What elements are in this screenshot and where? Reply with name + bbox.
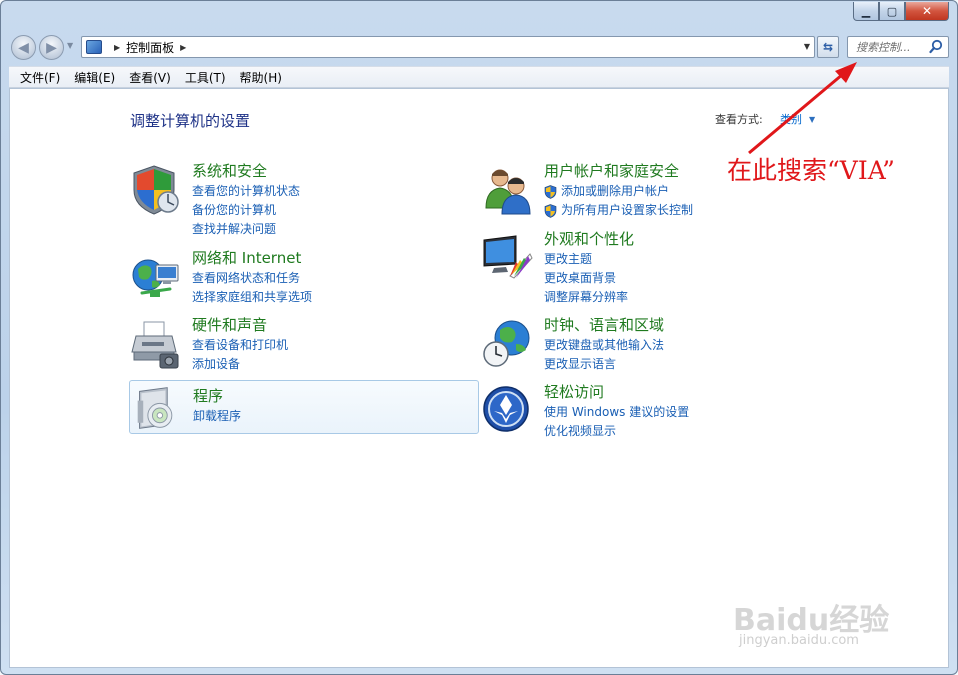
refresh-button[interactable]: ⇆	[817, 36, 839, 58]
view-by-value: 类别	[780, 113, 802, 126]
link-change-display-language[interactable]: 更改显示语言	[544, 355, 664, 374]
category-clock-language: 时钟、语言和区域 更改键盘或其他输入法 更改显示语言	[482, 316, 822, 380]
menu-edit[interactable]: 编辑(E)	[67, 69, 122, 86]
search-icon[interactable]	[929, 39, 943, 55]
search-box[interactable]	[847, 36, 949, 58]
menu-bar: 文件(F) 编辑(E) 查看(V) 工具(T) 帮助(H)	[9, 66, 949, 88]
category-title[interactable]: 时钟、语言和区域	[544, 314, 664, 335]
network-globe-icon	[132, 259, 179, 297]
baidu-watermark-url: jingyan.baidu.com	[739, 633, 859, 648]
view-by-dropdown[interactable]: 类别 ▼	[780, 111, 815, 127]
link-troubleshoot[interactable]: 查找并解决问题	[192, 220, 300, 239]
annotation-text: 在此搜索“VIA”	[727, 156, 895, 185]
menu-file[interactable]: 文件(F)	[13, 69, 67, 86]
category-system-security: 系统和安全 查看您的计算机状态 备份您的计算机 查找并解决问题	[130, 162, 470, 236]
link-change-theme[interactable]: 更改主题	[544, 250, 628, 269]
category-title[interactable]: 轻松访问	[544, 381, 604, 402]
menu-view[interactable]: 查看(V)	[122, 69, 178, 86]
uac-shield-icon	[544, 184, 557, 199]
back-arrow-icon: ◀	[18, 39, 29, 56]
maximize-button[interactable]: ▢	[879, 2, 905, 21]
link-uninstall-program[interactable]: 卸载程序	[193, 407, 241, 426]
link-add-remove-accounts[interactable]: 添加或删除用户帐户	[544, 182, 693, 201]
link-change-keyboard[interactable]: 更改键盘或其他输入法	[544, 336, 664, 355]
clock-globe-icon	[483, 320, 530, 367]
search-input[interactable]	[856, 40, 926, 54]
dropdown-arrow-icon: ▼	[809, 114, 816, 124]
category-title[interactable]: 网络和 Internet	[192, 247, 301, 268]
forward-arrow-icon: ▶	[46, 39, 57, 56]
recent-pages-dropdown[interactable]: ▼	[67, 41, 73, 50]
breadcrumb-chevron-icon[interactable]: ▶	[180, 43, 186, 52]
breadcrumb-control-panel[interactable]: 控制面板	[126, 39, 174, 56]
link-view-computer-status[interactable]: 查看您的计算机状态	[192, 182, 300, 201]
page-title: 调整计算机的设置	[130, 112, 251, 130]
link-screen-resolution[interactable]: 调整屏幕分辨率	[544, 288, 628, 307]
link-network-status[interactable]: 查看网络状态和任务	[192, 269, 312, 288]
link-text: 添加或删除用户帐户	[561, 184, 670, 198]
category-network-internet: 网络和 Internet 查看网络状态和任务 选择家庭组和共享选项	[130, 249, 470, 313]
close-icon: ✕	[921, 4, 933, 18]
address-dropdown-icon[interactable]: ▼	[804, 42, 810, 51]
link-change-background[interactable]: 更改桌面背景	[544, 269, 628, 288]
refresh-icon: ⇆	[822, 40, 834, 54]
close-button[interactable]: ✕	[905, 2, 949, 21]
category-title[interactable]: 系统和安全	[192, 160, 267, 181]
link-add-device[interactable]: 添加设备	[192, 355, 288, 374]
link-homegroup-sharing[interactable]: 选择家庭组和共享选项	[192, 288, 312, 307]
monitor-palette-icon	[483, 235, 533, 279]
category-appearance: 外观和个性化 更改主题 更改桌面背景 调整屏幕分辨率	[482, 230, 822, 304]
link-devices-printers[interactable]: 查看设备和打印机	[192, 336, 288, 355]
link-backup-computer[interactable]: 备份您的计算机	[192, 201, 300, 220]
category-title[interactable]: 硬件和声音	[192, 314, 267, 335]
shield-icon	[133, 165, 179, 215]
view-by-label: 查看方式:	[715, 113, 763, 126]
link-text: 为所有用户设置家长控制	[561, 203, 694, 217]
link-optimize-video[interactable]: 优化视频显示	[544, 422, 689, 441]
category-programs[interactable]: 程序 卸载程序	[129, 380, 479, 434]
category-title[interactable]: 用户帐户和家庭安全	[544, 160, 679, 181]
printer-icon	[131, 321, 179, 369]
ease-of-access-icon	[483, 386, 529, 432]
menu-tools[interactable]: 工具(T)	[178, 69, 233, 86]
category-ease-of-access: 轻松访问 使用 Windows 建议的设置 优化视频显示	[482, 383, 822, 447]
menu-help[interactable]: 帮助(H)	[233, 69, 289, 86]
category-title[interactable]: 外观和个性化	[544, 228, 634, 249]
programs-disc-icon	[137, 387, 173, 429]
forward-button[interactable]: ▶	[39, 35, 64, 60]
link-windows-recommended[interactable]: 使用 Windows 建议的设置	[544, 403, 689, 422]
back-button[interactable]: ◀	[11, 35, 36, 60]
caption-buttons: ▁ ▢ ✕	[853, 2, 949, 21]
navigation-bar: ◀ ▶ ▼ ▶ 控制面板 ▶ ▼ ⇆	[9, 33, 949, 61]
users-icon	[485, 169, 531, 215]
breadcrumb-chevron-icon[interactable]: ▶	[114, 43, 120, 52]
minimize-icon: ▁	[861, 4, 871, 18]
link-parental-controls[interactable]: 为所有用户设置家长控制	[544, 201, 693, 220]
category-hardware-sound: 硬件和声音 查看设备和打印机 添加设备	[130, 316, 470, 380]
maximize-icon: ▢	[886, 4, 898, 18]
control-panel-icon	[86, 40, 102, 54]
uac-shield-icon	[544, 203, 557, 218]
category-title[interactable]: 程序	[193, 385, 223, 406]
minimize-button[interactable]: ▁	[853, 2, 879, 21]
address-bar[interactable]: ▶ 控制面板 ▶ ▼	[81, 36, 815, 58]
control-panel-window: ▁ ▢ ✕ ◀ ▶ ▼ ▶ 控制面板 ▶ ▼ ⇆ 文件(F) 编辑(E) 查看(…	[0, 0, 958, 675]
